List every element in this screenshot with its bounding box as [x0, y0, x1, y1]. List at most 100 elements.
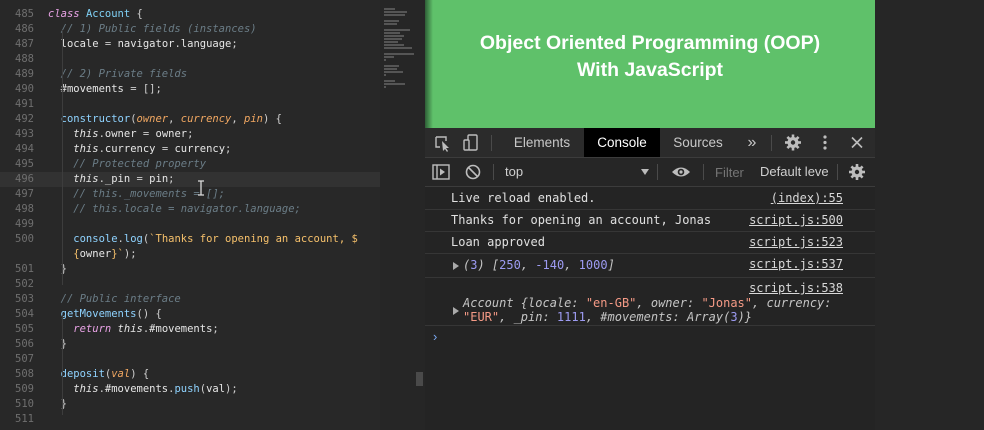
indent-guide [62, 315, 63, 415]
code-line[interactable]: 486 // 1) Public fields (instances) [0, 22, 380, 37]
banner-title-line1: Object Oriented Programming (OOP) [479, 32, 821, 54]
minimap-line [384, 74, 387, 76]
line-number: 494 [15, 143, 34, 155]
console-settings-gear-icon[interactable] [845, 158, 869, 186]
code-area[interactable]: 485 class Account { 486 // 1) Public field… [0, 0, 380, 430]
code-line[interactable]: 503 // Public interface [0, 292, 380, 307]
tab-console[interactable]: Console [584, 128, 660, 157]
code-line[interactable]: 492 constructor(owner, currency, pin) { [0, 112, 380, 127]
settings-gear-icon[interactable] [781, 128, 805, 157]
line-number: 486 [15, 23, 34, 35]
line-number: 511 [15, 413, 34, 425]
clear-console-icon[interactable] [461, 158, 485, 186]
outer-background [875, 0, 984, 430]
code-text: return this.#movements; [48, 323, 219, 335]
code-text: } [48, 338, 67, 350]
code-line[interactable]: 487 locale = navigator.language; [0, 37, 380, 52]
code-line[interactable]: 507 [0, 352, 380, 367]
editor-scrollbar-thumb[interactable] [416, 372, 423, 386]
code-line[interactable]: 505 return this.#movements; [0, 322, 380, 337]
code-editor[interactable]: 485 class Account { 486 // 1) Public field… [0, 0, 425, 430]
message-source-link[interactable]: script.js:537 [749, 257, 843, 271]
line-number: 489 [15, 68, 34, 80]
code-text: // 2) Private fields [48, 68, 188, 80]
devtools-tabbar: Elements Console Sources » [425, 128, 875, 158]
message-source-link[interactable]: script.js:500 [749, 213, 843, 227]
code-line[interactable]: {owner}`); [0, 247, 380, 262]
tab-sources[interactable]: Sources [663, 128, 733, 157]
code-line[interactable]: 491 [0, 97, 380, 112]
more-tabs-button[interactable]: » [740, 128, 764, 157]
code-line[interactable]: 510 } [0, 397, 380, 412]
code-text: this.currency = currency; [48, 143, 232, 155]
line-number: 501 [15, 263, 34, 275]
eye-icon[interactable] [669, 158, 693, 186]
sidebar-toggle-icon[interactable] [429, 158, 453, 186]
minimap-line [384, 20, 400, 22]
console-message-object[interactable]: script.js:538 Account {locale: "en-GB", … [425, 277, 875, 326]
context-selector[interactable]: top [505, 158, 523, 186]
expand-triangle-icon[interactable] [453, 307, 459, 315]
line-number: 503 [15, 293, 34, 305]
message-source-link[interactable]: (index):55 [771, 191, 843, 205]
minimap-line [384, 47, 412, 49]
code-line[interactable]: 508 deposit(val) { [0, 367, 380, 382]
code-line[interactable]: 496 this._pin = pin; [0, 172, 380, 187]
expand-triangle-icon[interactable] [453, 262, 459, 270]
code-line[interactable]: 497 // this._movements = []; [0, 187, 380, 202]
console-message: Loan approved script.js:523 [425, 231, 875, 254]
code-line[interactable]: 498 // this.locale = navigator.language; [0, 202, 380, 217]
log-level-selector[interactable]: Default leve [760, 158, 830, 186]
line-number: 500 [15, 233, 34, 245]
code-line[interactable]: 494 this.currency = currency; [0, 142, 380, 157]
code-line[interactable]: 500 console.log(`Thanks for opening an a… [0, 232, 380, 247]
kebab-menu-icon[interactable] [813, 128, 837, 157]
line-number: 485 [15, 8, 34, 20]
array-preview: (3) [250, -140, 1000] [463, 258, 615, 272]
code-text: class Account { [48, 8, 143, 20]
line-number: 493 [15, 128, 34, 140]
code-line[interactable]: 506 } [0, 337, 380, 352]
code-line[interactable]: 502 [0, 277, 380, 292]
code-line[interactable]: 504 getMovements() { [0, 307, 380, 322]
minimap-line [384, 29, 410, 31]
code-text: constructor(owner, currency, pin) { [48, 113, 282, 125]
line-number: 506 [15, 338, 34, 350]
code-text: getMovements() { [48, 308, 162, 320]
message-source-link[interactable]: script.js:523 [749, 235, 843, 249]
code-text: deposit(val) { [48, 368, 150, 380]
code-line[interactable]: 495 // Protected property [0, 157, 380, 172]
code-line[interactable]: 489 // 2) Private fields [0, 67, 380, 82]
editor-scrollbar[interactable] [416, 0, 425, 430]
code-line[interactable]: 511 [0, 412, 380, 427]
toolbar-separator [491, 135, 492, 151]
message-text: Thanks for opening an account, Jonas [451, 213, 712, 227]
console-output[interactable]: Live reload enabled. (index):55 Thanks f… [425, 187, 875, 430]
toolbar-separator [703, 164, 704, 180]
banner-title-line2: With JavaScript [576, 59, 724, 81]
minimap[interactable] [380, 0, 416, 430]
minimap-line [384, 59, 387, 61]
tab-elements[interactable]: Elements [503, 128, 581, 157]
code-line[interactable]: 485 class Account { [0, 7, 380, 22]
message-source-link[interactable]: script.js:538 [749, 281, 843, 295]
toolbar-separator [657, 164, 658, 180]
indent-guide [62, 30, 63, 285]
code-line[interactable]: 509 this.#movements.push(val); [0, 382, 380, 397]
device-toolbar-icon[interactable] [459, 128, 483, 157]
close-icon[interactable] [845, 128, 869, 157]
inspect-icon[interactable] [431, 128, 455, 157]
filter-input[interactable] [709, 162, 763, 182]
code-line[interactable]: 490 #movements = []; [0, 82, 380, 97]
line-number: 499 [15, 218, 34, 230]
code-line[interactable]: 493 this.owner = owner; [0, 127, 380, 142]
code-line[interactable]: 501 } [0, 262, 380, 277]
chevron-down-icon[interactable] [641, 169, 649, 175]
console-prompt[interactable]: › [433, 329, 437, 344]
console-message-array[interactable]: (3) [250, -140, 1000] script.js:537 [425, 253, 875, 278]
line-number: 505 [15, 323, 34, 335]
line-number: 490 [15, 83, 34, 95]
console-message: Thanks for opening an account, Jonas scr… [425, 209, 875, 232]
code-line[interactable]: 499 [0, 217, 380, 232]
code-line[interactable]: 488 [0, 52, 380, 67]
